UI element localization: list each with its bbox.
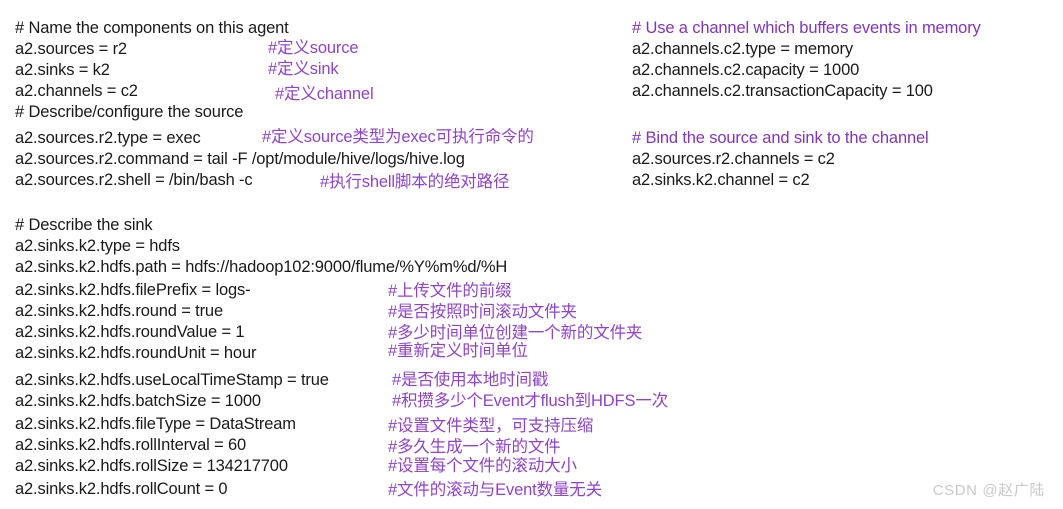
code-line: a2.sinks.k2.hdfs.rollInterval = 60 [15, 436, 247, 454]
code-line: a2.sinks.k2.hdfs.useLocalTimeStamp = tru… [15, 371, 329, 389]
code-line: a2.channels.c2.type = memory [632, 40, 853, 58]
code-line: # Describe/configure the source [15, 103, 244, 121]
inline-comment: #多久生成一个新的文件 [388, 438, 561, 456]
code-canvas: # Name the components on this agent a2.so… [0, 0, 1063, 509]
code-line: a2.sources.r2.command = tail -F /opt/mod… [15, 150, 465, 168]
inline-comment: #重新定义时间单位 [388, 342, 528, 360]
code-line: a2.sinks.k2.hdfs.filePrefix = logs- [15, 281, 251, 299]
inline-comment: #设置文件类型，可支持压缩 [388, 417, 594, 435]
code-line: a2.sinks.k2.hdfs.path = hdfs://hadoop102… [15, 258, 508, 276]
code-line: a2.sinks.k2.channel = c2 [632, 171, 810, 189]
inline-comment: #文件的滚动与Event数量无关 [388, 481, 602, 499]
inline-comment: #是否使用本地时间戳 [392, 371, 549, 389]
inline-comment: #执行shell脚本的绝对路径 [320, 173, 510, 191]
csdn-watermark: CSDN @赵广陆 [932, 482, 1045, 499]
inline-comment: #是否按照时间滚动文件夹 [388, 303, 577, 321]
inline-comment: #定义sink [268, 60, 339, 78]
code-line: a2.channels = c2 [15, 82, 138, 100]
inline-comment: #设置每个文件的滚动大小 [388, 457, 577, 475]
code-line: a2.channels.c2.capacity = 1000 [632, 61, 860, 79]
inline-comment: #定义channel [275, 85, 374, 103]
code-line: a2.sinks.k2.hdfs.rollSize = 134217700 [15, 457, 288, 475]
code-line: a2.sources.r2.channels = c2 [632, 150, 835, 168]
code-line: # Bind the source and sink to the channe… [632, 129, 929, 147]
inline-comment: #定义source类型为exec可执行命令的 [262, 128, 534, 146]
inline-comment: #积攒多少个Event才flush到HDFS一次 [392, 392, 669, 410]
code-line: a2.sinks.k2.hdfs.roundUnit = hour [15, 344, 257, 362]
code-line: a2.sources.r2.shell = /bin/bash -c [15, 171, 253, 189]
code-line: a2.sources.r2.type = exec [15, 129, 201, 147]
code-line: a2.sources = r2 [15, 40, 127, 58]
code-line: # Describe the sink [15, 216, 153, 234]
code-line: a2.channels.c2.transactionCapacity = 100 [632, 82, 933, 100]
inline-comment: #定义source [268, 39, 359, 57]
code-line: a2.sinks.k2.hdfs.fileType = DataStream [15, 415, 296, 433]
code-line: a2.sinks.k2.hdfs.roundValue = 1 [15, 323, 245, 341]
code-line: a2.sinks.k2.hdfs.round = true [15, 302, 223, 320]
code-line: a2.sinks = k2 [15, 61, 110, 79]
code-line: # Name the components on this agent [15, 19, 289, 37]
code-line: a2.sinks.k2.type = hdfs [15, 237, 180, 255]
code-line: # Use a channel which buffers events in … [632, 19, 981, 37]
inline-comment: #上传文件的前缀 [388, 282, 512, 300]
code-line: a2.sinks.k2.hdfs.rollCount = 0 [15, 480, 228, 498]
code-line: a2.sinks.k2.hdfs.batchSize = 1000 [15, 392, 261, 410]
